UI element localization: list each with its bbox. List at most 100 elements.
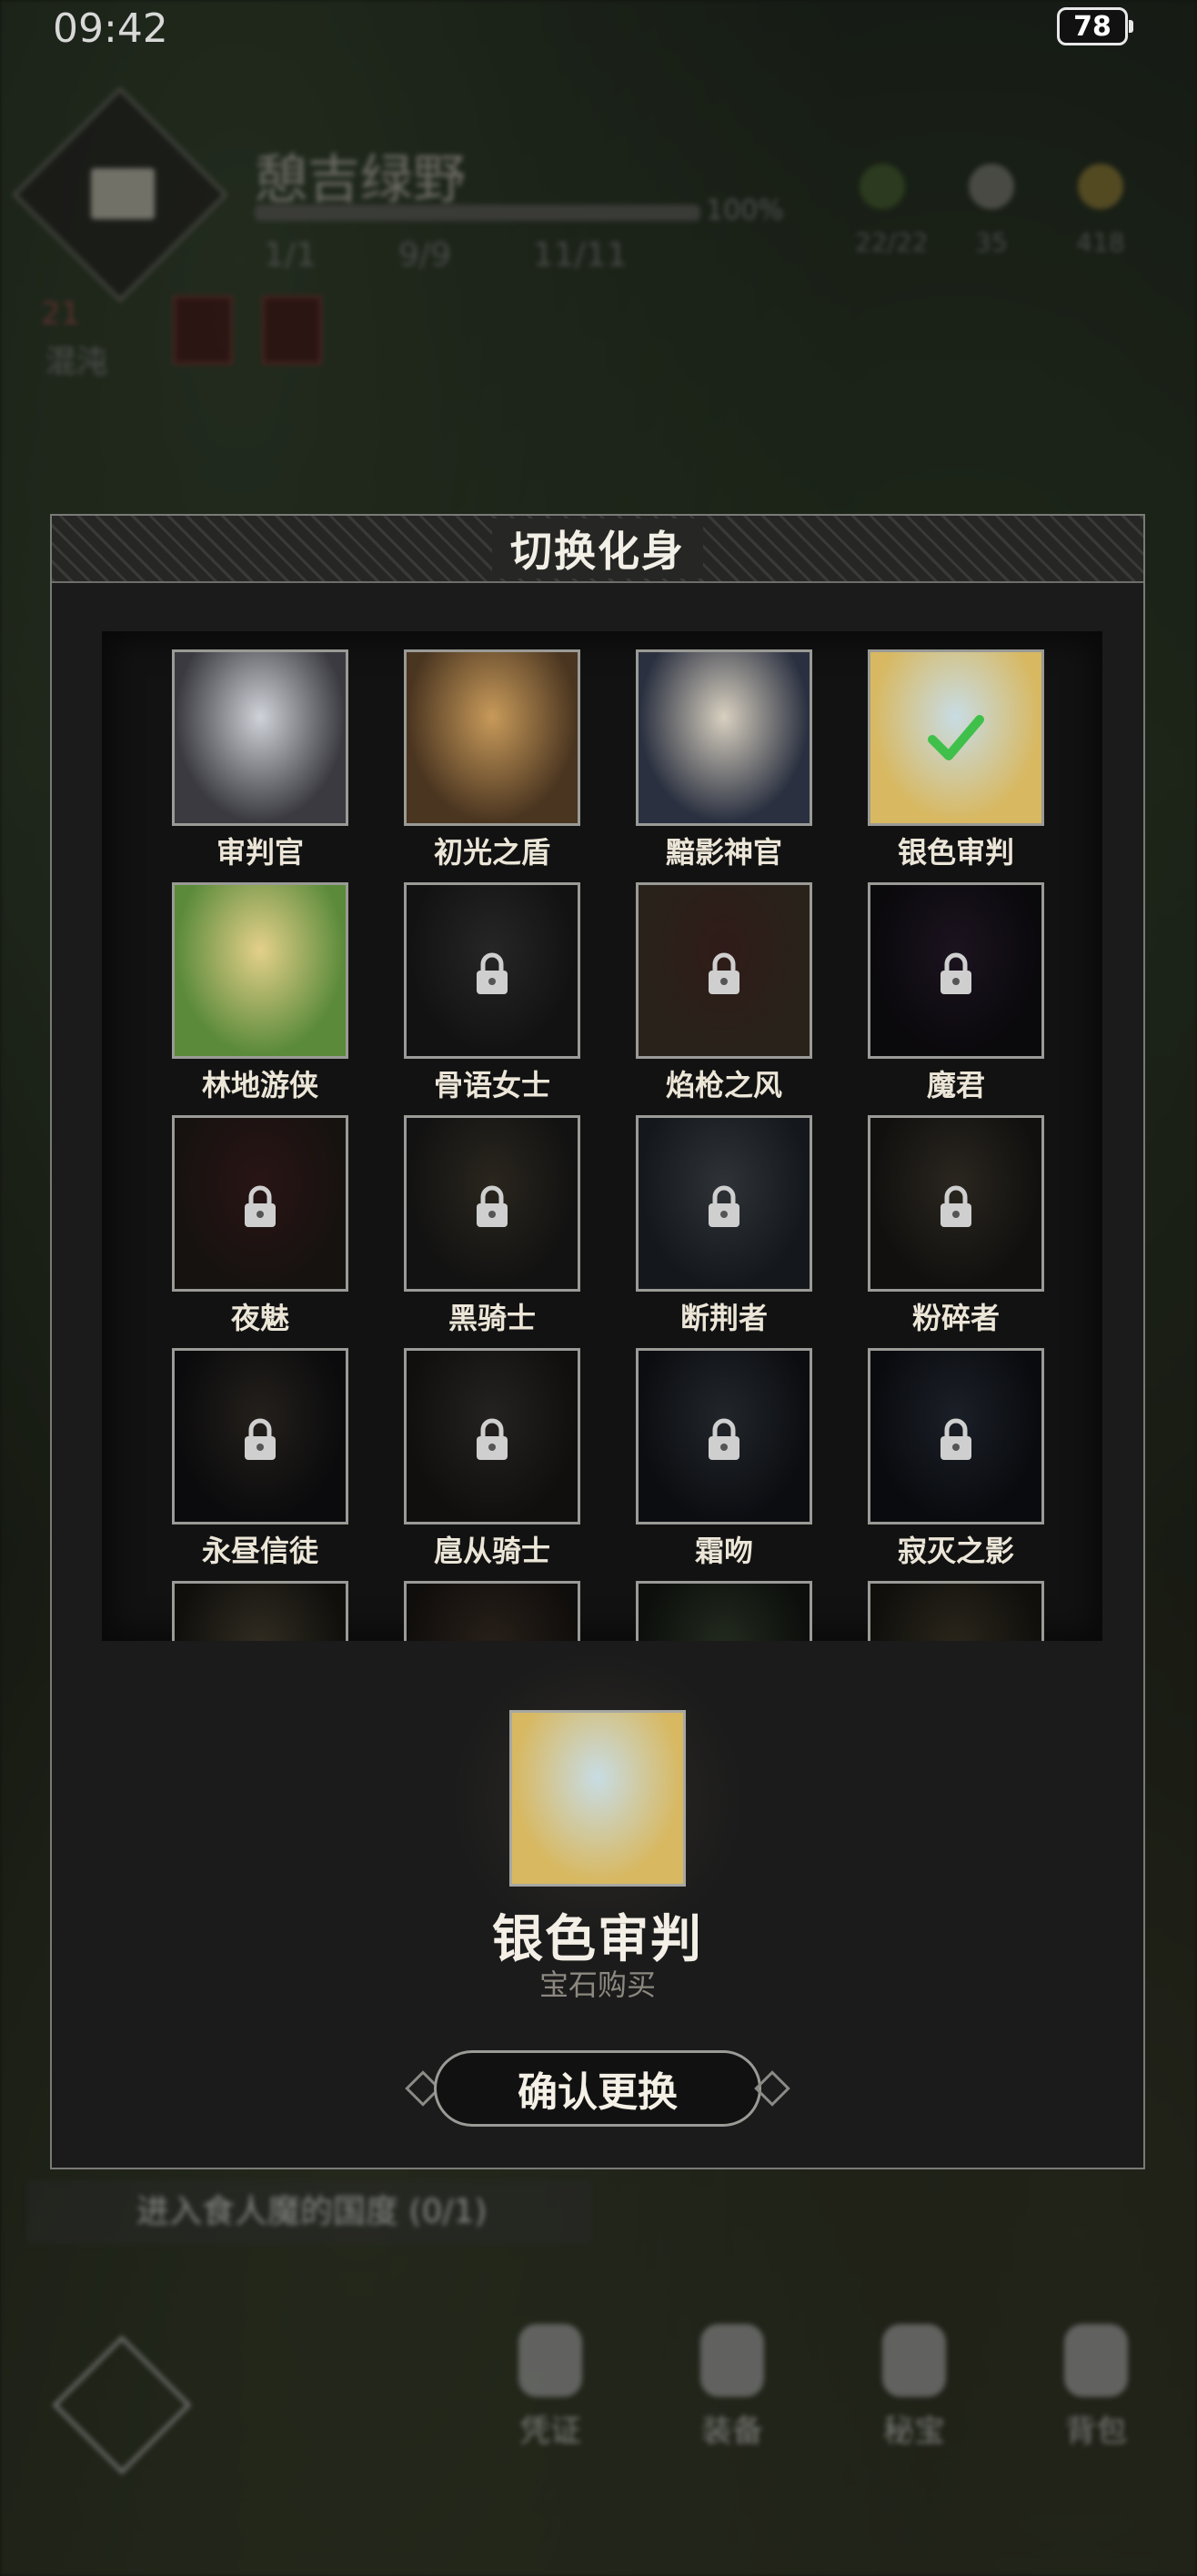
avatar-card[interactable]: 初光之盾: [370, 649, 602, 882]
ornament-icon: [754, 2070, 790, 2107]
avatar-card[interactable]: [138, 1581, 370, 1641]
avatar-portrait: [404, 649, 580, 826]
selected-avatar-name: 银色审判: [492, 1910, 703, 1969]
map-button: [52, 2335, 192, 2475]
avatar-name: 永昼信徒: [201, 1534, 318, 1568]
avatar-name: 夜魅: [230, 1301, 289, 1335]
avatar-portrait: [404, 1348, 580, 1524]
avatar-card[interactable]: [834, 1581, 1066, 1641]
avatar-name: 黯影神官: [665, 835, 782, 870]
avatar-portrait: [868, 1348, 1044, 1524]
avatar-portrait: [636, 1348, 812, 1524]
lock-icon: [474, 1185, 510, 1229]
status-bar: 09:42 78: [0, 0, 1197, 56]
avatar-portrait: [636, 1115, 812, 1292]
avatar-card[interactable]: 断荆者: [602, 1115, 834, 1348]
bag-icon: [1064, 2324, 1128, 2397]
credential-icon: [518, 2324, 582, 2397]
avatar-card[interactable]: 林地游侠: [138, 882, 370, 1115]
dialog-title: 切换化身: [492, 518, 703, 579]
avatar-card[interactable]: 扈从骑士: [370, 1348, 602, 1581]
avatar-name: 银色审判: [897, 835, 1014, 870]
avatar-name: 断荆者: [679, 1301, 768, 1335]
avatar-name: 粉碎者: [911, 1301, 1000, 1335]
lock-icon: [706, 1418, 742, 1462]
bottom-hud: 进入食人魔的国度 (0/1) 凭证 装备 秘宝 背包: [0, 2169, 1197, 2576]
avatar-portrait: [636, 649, 812, 826]
confirm-area: 确认更换: [405, 2050, 790, 2127]
selected-avatar-art: [512, 1713, 683, 1884]
battery-level: 78: [1073, 10, 1112, 43]
lock-icon: [474, 952, 510, 996]
bottom-nav: 凭证 装备 秘宝 背包: [509, 2324, 1137, 2450]
battery-icon: 78: [1057, 7, 1133, 45]
nav-equipment: 装备: [691, 2324, 773, 2450]
avatar-card[interactable]: 永昼信徒: [138, 1348, 370, 1581]
avatar-name: 扈从骑士: [433, 1534, 550, 1568]
avatar-name: 魔君: [926, 1068, 985, 1102]
confirm-change-button[interactable]: 确认更换: [434, 2050, 761, 2127]
avatar-card[interactable]: 银色审判: [834, 649, 1066, 882]
chalice-icon: [882, 2324, 946, 2397]
avatar-name: 焰枪之风: [665, 1068, 782, 1102]
avatar-art: [639, 652, 810, 823]
nav-credentials: 凭证: [509, 2324, 591, 2450]
selected-avatar-portrait: [509, 1710, 686, 1887]
avatar-name: 黑骑士: [448, 1301, 536, 1335]
avatar-card[interactable]: 魔君: [834, 882, 1066, 1115]
lock-icon: [242, 1185, 278, 1229]
lock-icon: [938, 1418, 974, 1462]
selected-avatar-source: 宝石购买: [538, 1967, 656, 2002]
avatar-card[interactable]: 粉碎者: [834, 1115, 1066, 1348]
lock-icon: [938, 1185, 974, 1229]
avatar-name: 骨语女士: [433, 1068, 550, 1102]
avatar-name: 霜吻: [694, 1534, 753, 1568]
switch-avatar-dialog: 切换化身 审判官 初光之盾 黯影神官 银色审判 林地游侠 骨语女士 焰枪之风 魔君 夜魅 黑骑士断…: [50, 514, 1145, 2169]
avatar-card[interactable]: 骨语女士: [370, 882, 602, 1115]
avatar-card[interactable]: 焰枪之风: [602, 882, 834, 1115]
avatar-portrait: [636, 1581, 812, 1641]
avatar-name: 审判官: [216, 835, 304, 870]
avatar-art: [175, 652, 346, 823]
quest-tracker: 进入食人魔的国度 (0/1): [27, 2180, 591, 2244]
avatar-portrait: [172, 649, 348, 826]
avatar-portrait: [404, 1115, 580, 1292]
avatar-card[interactable]: 寂灭之影: [834, 1348, 1066, 1581]
status-time: 09:42: [53, 5, 168, 52]
lock-icon: [474, 1418, 510, 1462]
avatar-portrait: [172, 1581, 348, 1641]
avatar-portrait: [172, 1348, 348, 1524]
avatar-card[interactable]: [370, 1581, 602, 1641]
avatar-card[interactable]: 霜吻: [602, 1348, 834, 1581]
avatar-grid-panel[interactable]: 审判官 初光之盾 黯影神官 银色审判林地游侠 骨语女士 焰枪之风 魔君夜魅 黑骑士 断荆者 粉碎者…: [102, 631, 1102, 1641]
avatar-name: 林地游侠: [201, 1068, 318, 1102]
nav-backpack: 背包: [1055, 2324, 1137, 2450]
nav-treasure: 秘宝: [873, 2324, 955, 2450]
avatar-card[interactable]: 黑骑士: [370, 1115, 602, 1348]
avatar-portrait: [868, 649, 1044, 826]
avatar-portrait: [404, 1581, 580, 1641]
avatar-art: [639, 1584, 810, 1641]
avatar-name: 寂灭之影: [897, 1534, 1014, 1568]
avatar-card[interactable]: 黯影神官: [602, 649, 834, 882]
avatar-portrait: [636, 882, 812, 1059]
avatar-art: [870, 1584, 1041, 1641]
lock-icon: [706, 952, 742, 996]
avatar-portrait: [404, 882, 580, 1059]
avatar-art: [175, 885, 346, 1056]
dialog-header: 切换化身: [52, 516, 1143, 583]
lock-icon: [938, 952, 974, 996]
avatar-card[interactable]: 审判官: [138, 649, 370, 882]
sword-icon: [700, 2324, 764, 2397]
checkmark-icon: [927, 712, 985, 763]
avatar-portrait: [868, 1581, 1044, 1641]
avatar-art: [407, 652, 578, 823]
avatar-art: [407, 1584, 578, 1641]
avatar-card[interactable]: 夜魅: [138, 1115, 370, 1348]
lock-icon: [242, 1418, 278, 1462]
avatar-portrait: [172, 882, 348, 1059]
avatar-card[interactable]: [602, 1581, 834, 1641]
avatar-name: 初光之盾: [433, 835, 550, 870]
lock-icon: [706, 1185, 742, 1229]
avatar-portrait: [868, 1115, 1044, 1292]
